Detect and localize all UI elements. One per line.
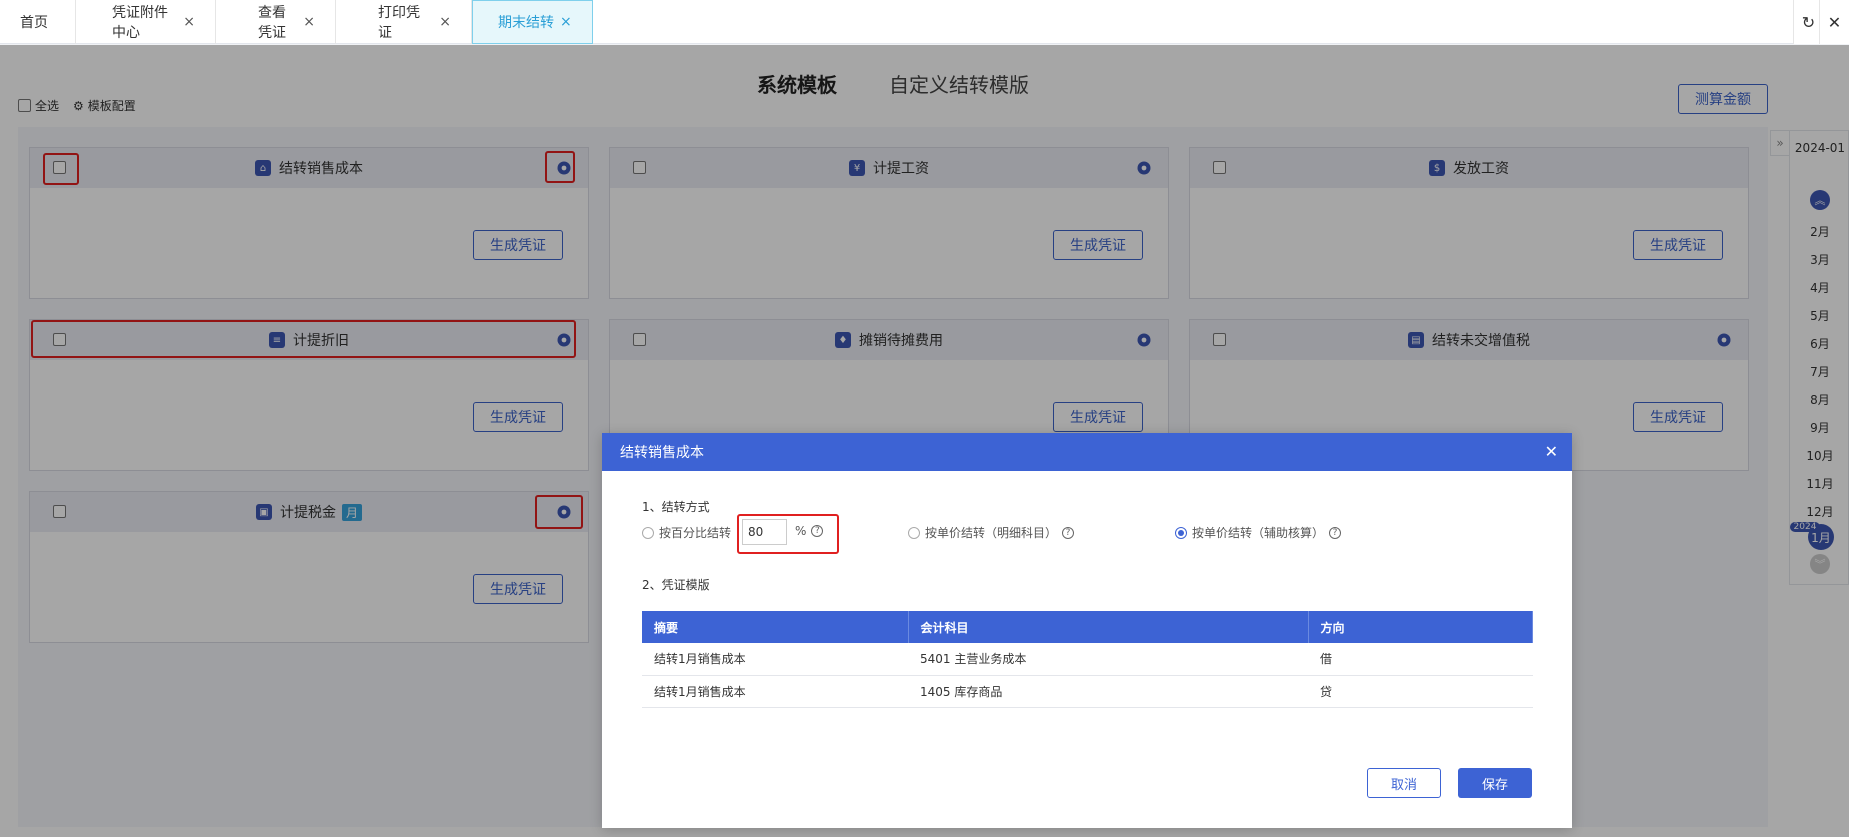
- cell-summary: 结转1月销售成本: [642, 643, 908, 676]
- table-row: 结转1月销售成本 1405 库存商品 贷: [642, 675, 1533, 708]
- tab-view-voucher[interactable]: 查看凭证 ×: [216, 0, 336, 44]
- tab-voucher-attachments[interactable]: 凭证附件中心 ×: [76, 0, 216, 44]
- cancel-button[interactable]: 取消: [1367, 768, 1441, 798]
- option-percent[interactable]: 按百分比结转: [642, 524, 731, 541]
- dialog-header: 结转销售成本 ✕: [602, 433, 1572, 471]
- tab-period-end-transfer[interactable]: 期末结转 ×: [472, 0, 593, 44]
- save-button[interactable]: 保存: [1458, 768, 1532, 798]
- highlight-box: [737, 514, 839, 554]
- cell-summary: 结转1月销售成本: [642, 675, 908, 708]
- cell-direction: 贷: [1308, 675, 1533, 708]
- cell-direction: 借: [1308, 643, 1533, 676]
- cell-account: 1405 库存商品: [908, 675, 1308, 708]
- col-account: 会计科目: [908, 611, 1309, 643]
- close-icon[interactable]: ×: [439, 14, 451, 30]
- radio-percent[interactable]: [642, 526, 654, 539]
- dialog-title: 结转销售成本: [620, 445, 704, 461]
- close-icon[interactable]: ×: [560, 14, 572, 30]
- option-unit-price-detail[interactable]: 按单价结转（明细科目） ?: [908, 524, 1075, 541]
- close-all-icon[interactable]: ✕: [1819, 0, 1849, 44]
- section-voucher-template: 2、凭证模版: [642, 578, 710, 592]
- help-icon[interactable]: ?: [1062, 526, 1075, 539]
- close-icon[interactable]: ×: [303, 14, 315, 30]
- tab-home[interactable]: 首页: [0, 0, 76, 44]
- table-header-row: 摘要 会计科目 方向: [642, 611, 1533, 643]
- help-icon[interactable]: ?: [1329, 526, 1342, 539]
- transfer-settings-dialog: 结转销售成本 ✕ 1、结转方式 按百分比结转 80 %? 按单价结转（明细科目）…: [602, 433, 1572, 828]
- section-transfer-method: 1、结转方式: [642, 500, 710, 514]
- table-row: 结转1月销售成本 5401 主营业务成本 借: [642, 643, 1533, 676]
- col-summary: 摘要: [642, 611, 909, 643]
- radio-unit-price-detail[interactable]: [908, 526, 920, 539]
- col-direction: 方向: [1308, 611, 1533, 643]
- option-unit-price-aux[interactable]: 按单价结转（辅助核算） ?: [1175, 524, 1342, 541]
- close-icon[interactable]: ×: [183, 14, 195, 30]
- tab-print-voucher[interactable]: 打印凭证 ×: [336, 0, 472, 44]
- tab-bar: 首页 凭证附件中心 × 查看凭证 × 打印凭证 × 期末结转 × ↻ ✕: [0, 0, 1849, 44]
- radio-unit-price-aux[interactable]: [1175, 526, 1187, 539]
- voucher-template-table: 摘要 会计科目 方向 结转1月销售成本 5401 主营业务成本 借 结转1月销售…: [642, 611, 1533, 708]
- cell-account: 5401 主营业务成本: [908, 643, 1308, 676]
- close-icon[interactable]: ✕: [1545, 442, 1558, 461]
